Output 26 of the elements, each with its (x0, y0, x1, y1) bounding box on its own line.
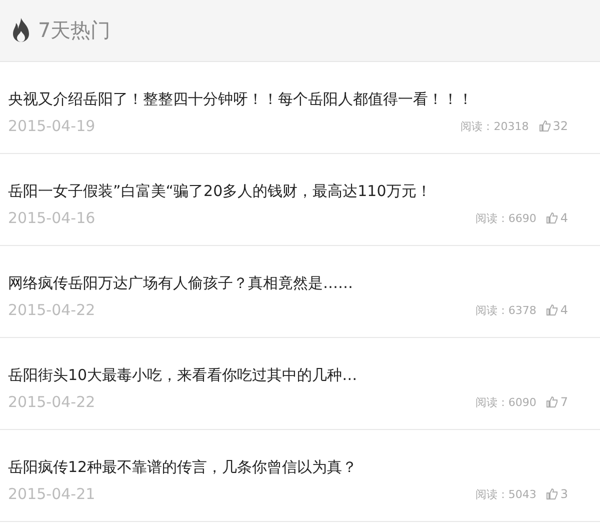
read-count: 阅读：6378 (475, 302, 536, 318)
like-count: 7 (560, 395, 568, 409)
article-date: 2015-04-21 (8, 485, 96, 503)
article-title[interactable]: 岳阳一女子假装”白富美“骗了20多人的钱财，最高达110万元！ (8, 182, 590, 201)
read-count: 阅读：6090 (475, 394, 536, 410)
thumbs-up-icon[interactable] (538, 120, 551, 132)
article-date: 2015-04-22 (8, 393, 96, 411)
thumbs-up-icon[interactable] (546, 304, 558, 316)
like-count: 32 (552, 119, 568, 133)
thumbs-up-icon[interactable] (546, 488, 558, 500)
like-count: 4 (560, 303, 568, 317)
like-count: 3 (560, 487, 568, 501)
read-count: 阅读：20318 (460, 118, 529, 134)
article-title[interactable]: 岳阳街头10大最毒小吃，来看看你吃过其中的几种… (8, 366, 590, 385)
article-title[interactable]: 网络疯传岳阳万达广场有人偷孩子？真相竟然是…… (8, 274, 590, 293)
like-count: 4 (560, 211, 568, 225)
article-title[interactable]: 岳阳疯传12种最不靠谱的传言，几条你曾信以为真？ (8, 458, 590, 477)
article-date: 2015-04-16 (8, 209, 96, 227)
thumbs-up-icon[interactable] (546, 212, 558, 224)
article-date: 2015-04-22 (8, 301, 96, 319)
article-title[interactable]: 央视又介绍岳阳了！整整四十分钟呀！！每个岳阳人都值得一看！！！ (8, 90, 590, 109)
section-title: 7天热门 (38, 17, 111, 44)
article-date: 2015-04-19 (8, 117, 96, 135)
read-count: 阅读：5043 (475, 486, 536, 502)
read-count: 阅读：6690 (475, 210, 536, 226)
thumbs-up-icon[interactable] (546, 396, 558, 408)
